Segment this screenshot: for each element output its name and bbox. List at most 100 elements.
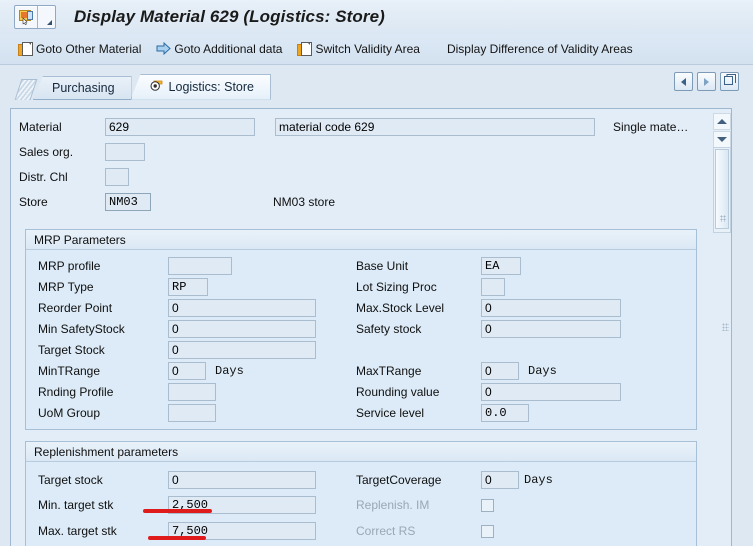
rounding-value-label: Rounding value	[356, 384, 440, 399]
group-replenishment-parameters: Replenishment parameters Target stock 0 …	[25, 441, 697, 546]
distr-chl-input[interactable]	[105, 168, 129, 186]
tab-prev-button[interactable]	[674, 72, 693, 91]
max-trange-unit: Days	[528, 363, 557, 378]
max-stock-level-input[interactable]: 0	[481, 298, 621, 317]
mrp-profile-label: MRP profile	[38, 258, 101, 273]
tab-next-button[interactable]	[697, 72, 716, 91]
max-trange-input[interactable]: 0	[481, 361, 519, 380]
replenishment-right-column: TargetCoverage 0 Days Replenish. IM Corr…	[356, 467, 676, 544]
spacer-row	[356, 339, 676, 360]
system-menu-button[interactable]	[14, 5, 56, 29]
target-coverage-label: TargetCoverage	[356, 472, 442, 487]
goto-additional-data-button[interactable]: Goto Additional data	[150, 37, 291, 61]
scrollbar-track[interactable]	[713, 147, 731, 233]
field-row-max-target-stk: Max. target stk 7,500	[38, 518, 338, 544]
triangle-left-icon	[681, 77, 686, 86]
repl-target-stock-label: Target stock	[38, 472, 103, 487]
safety-stock-label: Safety stock	[356, 321, 422, 336]
sales-org-label: Sales org.	[19, 145, 74, 159]
panel-resize-grip[interactable]	[722, 323, 729, 331]
field-row-min-safety-stock: Min SafetyStock 0	[38, 318, 338, 339]
annotation-underline-min-target	[143, 509, 212, 513]
replenish-im-label: Replenish. IM	[356, 498, 430, 512]
store-description-text: NM03 store	[273, 195, 336, 209]
replenish-im-checkbox	[481, 498, 494, 512]
reorder-point-label: Reorder Point	[38, 300, 113, 315]
min-safetystock-label: Min SafetyStock	[38, 321, 125, 336]
field-row-lot-sizing-proc: Lot Sizing Proc	[356, 276, 676, 297]
window-title: Display Material 629 (Logistics: Store)	[74, 7, 385, 26]
display-difference-validity-areas-button[interactable]: Display Difference of Validity Areas	[439, 42, 641, 56]
form-scrollbar[interactable]	[713, 113, 731, 233]
service-level-input[interactable]: 0.0	[481, 403, 529, 422]
tab-scroll-handle[interactable]	[14, 79, 38, 100]
goto-other-material-button[interactable]: Goto Other Material	[12, 37, 150, 61]
reorder-point-input[interactable]: 0	[168, 298, 316, 317]
repl-target-stock-input[interactable]: 0	[168, 470, 316, 489]
field-row-material: Material 629 material code 629 Single ma…	[19, 116, 691, 138]
material-input[interactable]: 629	[105, 118, 255, 136]
max-stock-level-label: Max.Stock Level	[356, 300, 445, 315]
field-row-target-stock: Target Stock 0	[38, 339, 338, 360]
field-row-reorder-point: Reorder Point 0	[38, 297, 338, 318]
replenishment-left-column: Target stock 0 Min. target stk 2,500 Max…	[38, 467, 338, 544]
field-row-min-target-stk: Min. target stk 2,500	[38, 492, 338, 518]
uom-group-input[interactable]	[168, 403, 216, 422]
target-coverage-input[interactable]: 0	[481, 470, 519, 489]
page-copy-icon	[18, 42, 33, 56]
min-trange-unit: Days	[215, 363, 244, 378]
tab-list-icon	[723, 74, 736, 89]
application-toolbar: Goto Other Material Goto Additional data…	[0, 34, 753, 65]
field-row-target-coverage: TargetCoverage 0 Days	[356, 467, 676, 492]
safety-stock-input[interactable]: 0	[481, 319, 621, 338]
scroll-down-button[interactable]	[713, 131, 731, 148]
group-mrp-parameters: MRP Parameters MRP profile MRP Type RP R…	[25, 229, 697, 430]
mrp-type-input[interactable]: RP	[168, 277, 208, 296]
base-unit-input[interactable]: EA	[481, 256, 521, 275]
system-menu-dropdown-icon[interactable]	[38, 6, 55, 28]
field-row-service-level: Service level 0.0	[356, 402, 676, 423]
field-row-store: Store NM03 NM03 store	[19, 191, 691, 213]
rnding-profile-input[interactable]	[168, 382, 216, 401]
mrp-right-column: Base Unit EA Lot Sizing Proc Max.Stock L…	[356, 255, 676, 423]
field-row-sales-org: Sales org.	[19, 141, 691, 163]
rounding-value-input[interactable]: 0	[481, 382, 621, 401]
tab-purchasing[interactable]: Purchasing	[33, 76, 132, 100]
group-replenishment-title: Replenishment parameters	[26, 442, 696, 462]
field-row-max-trange: MaxTRange 0 Days	[356, 360, 676, 381]
min-trange-input[interactable]: 0	[168, 361, 206, 380]
field-row-rnding-profile: Rnding Profile	[38, 381, 338, 402]
correct-rs-label: Correct RS	[356, 524, 416, 538]
field-row-base-unit: Base Unit EA	[356, 255, 676, 276]
store-label: Store	[19, 195, 48, 209]
mrp-profile-input[interactable]	[168, 256, 232, 275]
material-description-input[interactable]: material code 629	[275, 118, 595, 136]
tab-logistics-store[interactable]: Logistics: Store	[130, 74, 272, 100]
field-row-replenish-im: Replenish. IM	[356, 492, 676, 518]
sap-session-icon	[15, 6, 38, 28]
page-copy-icon	[297, 42, 313, 56]
min-safetystock-input[interactable]: 0	[168, 319, 316, 338]
uom-group-label: UoM Group	[38, 405, 101, 420]
rnding-profile-label: Rnding Profile	[38, 384, 114, 399]
service-level-label: Service level	[356, 405, 425, 420]
triangle-up-icon	[717, 119, 727, 124]
title-bar: Display Material 629 (Logistics: Store)	[0, 0, 753, 34]
switch-validity-area-button[interactable]: Switch Validity Area	[291, 37, 429, 61]
tab-list-button[interactable]	[720, 72, 739, 91]
field-row-uom-group: UoM Group	[38, 402, 338, 423]
sales-org-input[interactable]	[105, 143, 145, 161]
goto-additional-data-label: Goto Additional data	[174, 42, 283, 56]
arrow-right-icon	[156, 42, 172, 56]
store-input[interactable]: NM03	[105, 193, 151, 211]
target-stock-input[interactable]: 0	[168, 340, 316, 359]
base-unit-label: Base Unit	[356, 258, 409, 273]
tab-logistics-store-label: Logistics: Store	[168, 80, 255, 94]
scrollbar-thumb[interactable]	[715, 149, 729, 229]
field-row-rounding-value: Rounding value 0	[356, 381, 676, 402]
field-row-correct-rs: Correct RS	[356, 518, 676, 544]
field-row-max-stock-level: Max.Stock Level 0	[356, 297, 676, 318]
lot-sizing-proc-input[interactable]	[481, 277, 505, 296]
scroll-up-button[interactable]	[713, 113, 731, 130]
store-icon	[150, 79, 165, 95]
